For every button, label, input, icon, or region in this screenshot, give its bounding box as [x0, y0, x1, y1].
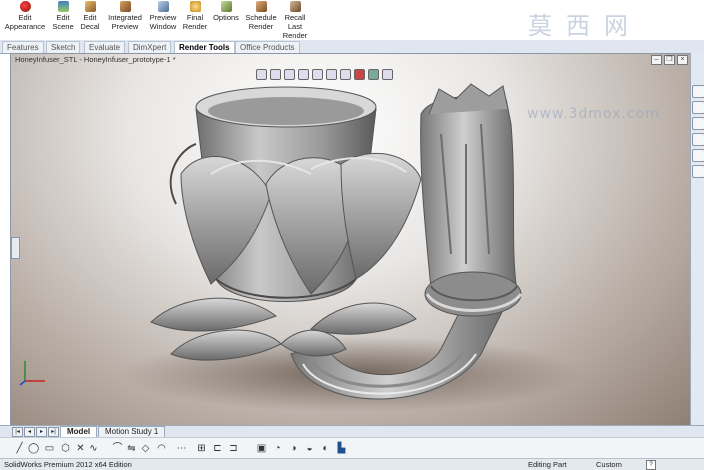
revolve-icon[interactable]: ◔: [272, 443, 283, 454]
edit-decal-button[interactable]: Edit Decal: [78, 0, 102, 31]
preview-window-icon: [157, 1, 169, 12]
extrude-icon[interactable]: ▣: [256, 443, 267, 454]
offset-icon[interactable]: ⌒: [112, 443, 123, 454]
line-icon[interactable]: ╱: [14, 443, 25, 454]
point-icon[interactable]: ⋯: [176, 443, 187, 454]
recall-render-icon: [289, 1, 301, 12]
loft-icon[interactable]: ◒: [304, 443, 315, 454]
final-render-icon: [189, 1, 201, 12]
app-edition: SolidWorks Premium 2012 x64 Edition: [4, 460, 132, 469]
edit-appearance-label: Edit Appearance: [4, 13, 46, 31]
status-bar: SolidWorks Premium 2012 x64 Edition Edit…: [0, 458, 704, 470]
construction-icon[interactable]: ⊐: [228, 443, 239, 454]
tab-render-tools[interactable]: Render Tools: [174, 41, 235, 53]
options-icon: [220, 1, 232, 12]
polygon-icon[interactable]: ⬡: [60, 443, 71, 454]
scene-icon: [57, 1, 69, 12]
appearances-icon[interactable]: [692, 149, 704, 162]
preview-window-label: Preview Window: [149, 13, 177, 31]
final-render-label: Final Render: [182, 13, 208, 31]
rectangle-icon[interactable]: ▭: [44, 443, 55, 454]
appearance-icon: [19, 1, 31, 12]
resources-icon[interactable]: [692, 85, 704, 98]
command-tabs: Features Sketch Evaluate DimXpert Render…: [0, 40, 704, 54]
decal-icon: [84, 1, 96, 12]
final-render-button[interactable]: Final Render: [181, 0, 209, 31]
task-pane: [690, 53, 704, 425]
schedule-render-icon: [255, 1, 267, 12]
design-library-icon[interactable]: [692, 101, 704, 114]
schedule-render-label: Schedule Render: [245, 13, 277, 31]
arc-icon[interactable]: ◠: [156, 443, 167, 454]
handle-stem: [420, 95, 517, 290]
feature-manager-toggle[interactable]: [11, 237, 20, 259]
preview-window-button[interactable]: Preview Window: [147, 0, 179, 31]
next-tab-icon[interactable]: ▸: [36, 427, 47, 437]
edit-scene-label: Edit Scene: [52, 13, 74, 31]
options-label: Options: [213, 13, 239, 22]
model-render[interactable]: [11, 54, 691, 426]
edit-appearance-button[interactable]: Edit Appearance: [4, 0, 46, 31]
circle-icon[interactable]: ◯: [28, 443, 39, 454]
custom-properties-icon[interactable]: [692, 165, 704, 178]
integrated-preview-label: Integrated Preview: [108, 13, 142, 31]
integrated-preview-icon: [119, 1, 131, 12]
tab-office-products[interactable]: Office Products: [235, 41, 300, 53]
edit-scene-button[interactable]: Edit Scene: [49, 0, 77, 31]
smart-dimension-icon[interactable]: ⊞: [196, 443, 207, 454]
watermark-logo: 莫西网: [528, 12, 642, 40]
graphics-viewport[interactable]: HoneyInfuser_STL - HoneyInfuser_prototyp…: [10, 53, 692, 427]
dimension-icon[interactable]: ◇: [140, 443, 151, 454]
relations-icon[interactable]: ⊏: [212, 443, 223, 454]
reference-triad: [19, 361, 45, 386]
tab-evaluate[interactable]: Evaluate: [84, 41, 126, 53]
spline-icon[interactable]: ∿: [88, 443, 99, 454]
editing-mode: Editing Part: [528, 460, 567, 469]
tab-sketch[interactable]: Sketch: [46, 41, 81, 53]
unit-system-dropdown[interactable]: Custom: [596, 459, 622, 470]
edit-decal-label: Edit Decal: [80, 13, 100, 31]
mirror-icon[interactable]: ⇋: [126, 443, 137, 454]
fillet-icon[interactable]: ◐: [320, 443, 331, 454]
prev-tab-icon[interactable]: ◂: [24, 427, 35, 437]
sweep-icon[interactable]: ◑: [288, 443, 299, 454]
trim-icon[interactable]: ✕: [75, 443, 86, 454]
search-icon[interactable]: [692, 133, 704, 146]
integrated-preview-button[interactable]: Integrated Preview: [104, 0, 146, 31]
last-tab-icon[interactable]: ▸|: [48, 427, 59, 437]
tab-features[interactable]: Features: [2, 41, 44, 53]
tab-scroll-arrows: |◂ ◂ ▸ ▸|: [12, 427, 59, 437]
recall-last-render-button[interactable]: Recall Last Render: [281, 0, 309, 40]
file-explorer-icon[interactable]: [692, 117, 704, 130]
chart-icon[interactable]: ▙: [336, 443, 347, 454]
sketch-toolbar: ╱ ◯ ▭ ⬡ ✕ ∿ ⌒ ⇋ ◇ ◠ ⋯ ⊞ ⊏ ⊐ ▣ ◔ ◑ ◒ ◐ ▙: [0, 437, 704, 459]
tab-dimxpert[interactable]: DimXpert: [128, 41, 172, 53]
options-button[interactable]: Options: [211, 0, 241, 22]
recall-last-render-label: Recall Last Render: [282, 13, 308, 40]
first-tab-icon[interactable]: |◂: [12, 427, 23, 437]
schedule-render-button[interactable]: Schedule Render: [244, 0, 278, 31]
model-tabs-bar: |◂ ◂ ▸ ▸| Model Motion Study 1: [0, 425, 704, 438]
